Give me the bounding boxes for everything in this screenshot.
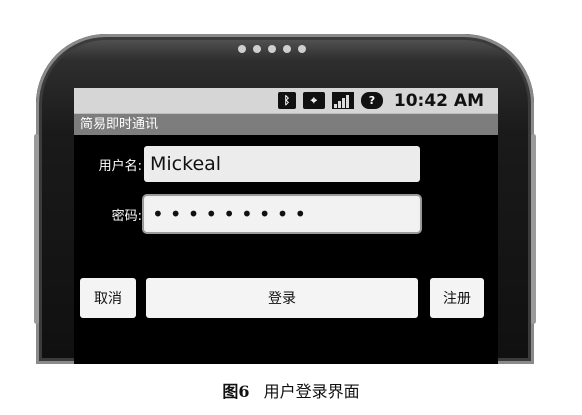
phone-side-button: [531, 134, 536, 324]
figure-number: 图6: [222, 382, 250, 401]
cancel-button[interactable]: 取消: [80, 278, 136, 318]
password-row: 密码: •••••••••: [74, 196, 420, 232]
figure-caption: 图6 用户登录界面: [0, 378, 582, 402]
password-label: 密码:: [111, 208, 142, 224]
status-time: 10:42 AM: [393, 90, 484, 111]
username-label: 用户名:: [98, 158, 142, 174]
phone-screen: ᛒ ⌖ ? 10:42 AM 简易即时通讯 用户名: Mickeal 密码: •…: [74, 88, 498, 364]
signal-icon: [331, 92, 354, 109]
status-bar: ᛒ ⌖ ? 10:42 AM: [74, 88, 498, 114]
phone-frame: ᛒ ⌖ ? 10:42 AM 简易即时通讯 用户名: Mickeal 密码: •…: [34, 34, 536, 364]
app-title: 简易即时通讯: [74, 114, 498, 135]
speaker-grille: [238, 45, 306, 53]
password-field[interactable]: •••••••••: [144, 196, 420, 232]
login-button[interactable]: 登录: [146, 278, 418, 318]
battery-icon: ?: [360, 92, 383, 109]
bluetooth-icon: ᛒ: [277, 92, 296, 109]
phone-side-button: [34, 134, 39, 324]
figure-caption-text: 用户登录界面: [263, 382, 360, 401]
username-row: 用户名: Mickeal: [74, 146, 420, 182]
gps-icon: ⌖: [302, 92, 325, 109]
username-field[interactable]: Mickeal: [144, 146, 420, 182]
register-button[interactable]: 注册: [430, 278, 484, 318]
